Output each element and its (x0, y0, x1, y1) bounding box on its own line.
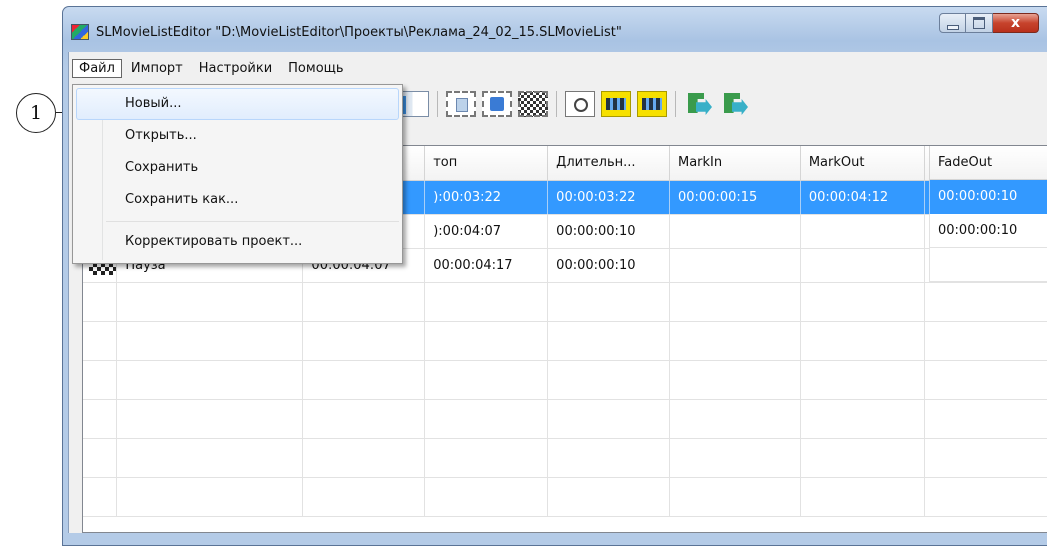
menu-settings[interactable]: Настройки (192, 59, 279, 78)
cell-markout[interactable] (800, 248, 925, 283)
menu-item-save[interactable]: Сохранить (76, 152, 399, 184)
cell-duration[interactable]: 00:00:03:22 (547, 180, 670, 215)
app-icon (71, 24, 89, 40)
empty-row (83, 477, 1047, 517)
maximize-icon (973, 17, 985, 29)
column-header-fadein[interactable]: FadeIn (924, 146, 1047, 181)
cell-markout[interactable] (800, 214, 925, 249)
cell-duration[interactable]: 00:00:00:10 (547, 214, 670, 249)
menu-item-open[interactable]: Открыть... (76, 120, 399, 152)
column-header-duration[interactable]: Длительн... (547, 146, 670, 181)
window-title: SLMovieListEditor "D:\MovieListEditor\Пр… (96, 25, 622, 40)
file-menu-dropdown: Новый... Открыть... Сохранить Сохранить … (72, 84, 403, 264)
menu-import[interactable]: Импорт (124, 59, 190, 78)
minimize-icon (946, 24, 959, 30)
cell-stop[interactable]: ):00:04:07 (424, 214, 549, 249)
toolbar (396, 84, 756, 124)
close-icon: x (1010, 15, 1021, 31)
menu-item-new[interactable]: Новый... (76, 88, 399, 120)
cell-fadein[interactable]: 00:00:00:10 (924, 214, 1047, 249)
copy-back-icon[interactable] (720, 91, 750, 117)
close-button[interactable]: x (993, 13, 1039, 33)
film-strip-icon[interactable] (601, 91, 631, 117)
empty-row (83, 399, 1047, 439)
minimize-button[interactable] (939, 13, 966, 33)
empty-row (83, 360, 1047, 400)
frame-icon[interactable] (446, 91, 476, 117)
maximize-button[interactable] (966, 13, 993, 33)
empty-row (83, 321, 1047, 361)
menu-item-save-as[interactable]: Сохранить как... (76, 184, 399, 216)
caption-buttons: x (939, 13, 1039, 33)
column-header-markin[interactable]: MarkIn (669, 146, 801, 181)
empty-row (83, 438, 1047, 478)
toolbar-separator (556, 91, 557, 117)
cell-markin[interactable]: 00:00:00:15 (669, 180, 801, 215)
cell-fadein[interactable] (924, 248, 1047, 283)
pause-checker-icon[interactable] (518, 91, 548, 117)
callout-number: 1 (16, 93, 56, 133)
cell-duration[interactable]: 00:00:00:10 (547, 248, 670, 283)
toolbar-separator (675, 91, 676, 117)
menu-separator (106, 221, 399, 222)
column-header-stop[interactable]: топ (424, 146, 549, 181)
menu-bar: Файл Импорт Настройки Помощь (69, 56, 353, 80)
menu-item-edit-project[interactable]: Корректировать проект... (76, 226, 399, 258)
cell-fadein[interactable]: 00:00:00:10 (924, 180, 1047, 215)
empty-row (83, 282, 1047, 322)
cell-stop[interactable]: 00:00:04:17 (424, 248, 549, 283)
film-strip-icon[interactable] (637, 91, 667, 117)
menu-file[interactable]: Файл (72, 58, 122, 78)
add-clip-icon[interactable] (396, 91, 429, 117)
copy-forward-icon[interactable] (684, 91, 714, 117)
cell-markin[interactable] (669, 214, 801, 249)
timer-icon[interactable] (565, 91, 595, 117)
cell-stop[interactable]: ):00:03:22 (424, 180, 549, 215)
toolbar-separator (437, 91, 438, 117)
cell-markout[interactable]: 00:00:04:12 (800, 180, 925, 215)
cell-markin[interactable] (669, 248, 801, 283)
image-icon[interactable] (482, 91, 512, 117)
column-header-markout[interactable]: MarkOut (800, 146, 925, 181)
menu-help[interactable]: Помощь (281, 59, 350, 78)
